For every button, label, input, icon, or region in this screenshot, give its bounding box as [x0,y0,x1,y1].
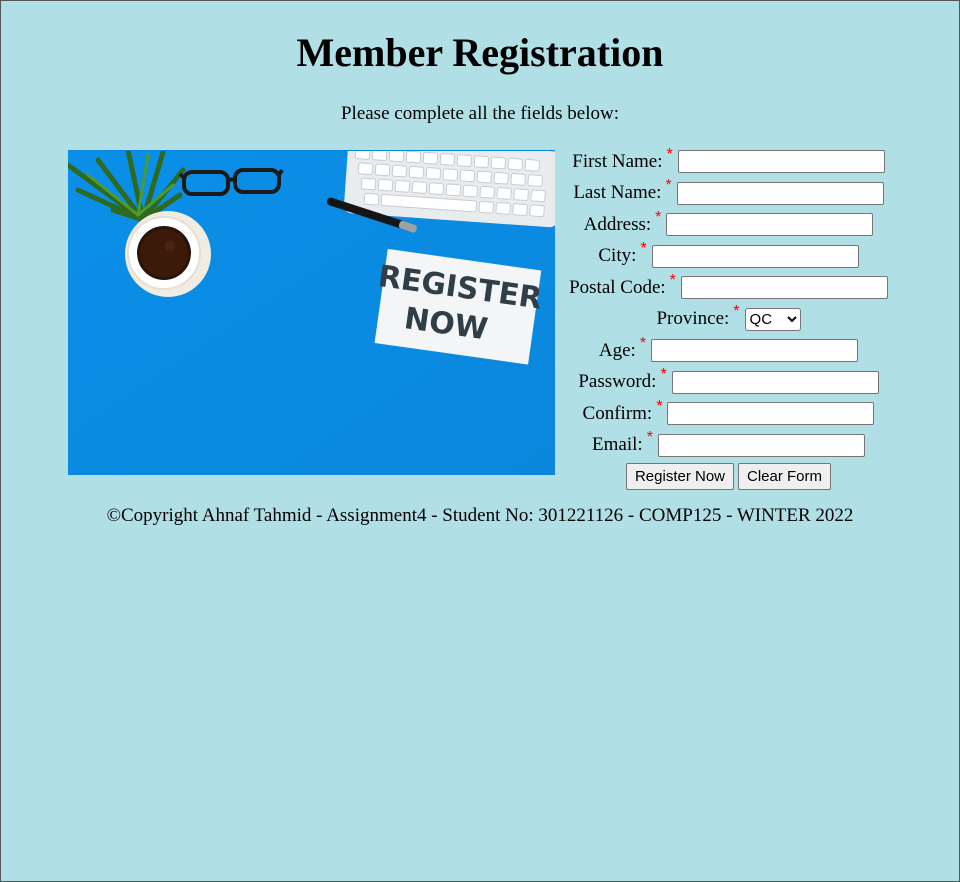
registration-form: First Name: * Last Name: * Address: * Ci… [556,146,901,493]
address-label: Address: [583,213,652,235]
required-marker: * [669,271,676,289]
required-marker: * [666,145,673,163]
age-row: Age: * [556,335,901,367]
postal-code-label: Postal Code: [569,276,666,298]
form-buttons: Register Now Clear Form [556,461,901,493]
required-marker: * [665,177,672,195]
city-row: City: * [556,240,901,273]
email-input[interactable] [657,433,865,457]
age-label: Age: [598,339,636,361]
province-select[interactable]: QC [744,307,801,331]
last-name-row: Last Name: * [556,177,901,210]
password-label: Password: [578,371,657,393]
required-marker: * [655,208,662,226]
province-label: Province: [656,308,730,330]
last-name-label: Last Name: [573,182,662,204]
confirm-password-input[interactable] [667,402,875,426]
required-marker: * [639,334,647,352]
address-input[interactable] [666,213,874,237]
required-marker: * [640,240,647,258]
required-marker: * [646,429,653,447]
postal-code-input[interactable] [680,276,888,300]
email-row: Email: * [556,429,901,462]
required-marker: * [656,397,663,415]
first-name-label: First Name: [572,150,663,172]
confirm-label: Confirm: [582,402,653,424]
clear-form-button[interactable]: Clear Form [738,463,832,491]
page-subtitle: Please complete all the fields below: [340,103,620,124]
address-row: Address: * [556,209,901,241]
age-input[interactable] [651,339,859,363]
city-input[interactable] [651,244,859,268]
postal-code-row: Postal Code: * [556,272,901,304]
password-row: Password: * [556,366,901,399]
required-marker: * [733,303,740,321]
first-name-input[interactable] [677,150,885,174]
register-now-photo: REGISTER NOW [68,150,555,475]
city-label: City: [598,245,637,267]
province-row: Province: * QC [556,303,901,336]
confirm-row: Confirm: * [556,398,901,430]
last-name-input[interactable] [676,181,884,205]
first-name-row: First Name: * [556,146,901,178]
page-title: Member Registration [296,30,664,75]
email-label: Email: [592,434,643,456]
password-input[interactable] [671,370,879,394]
coffee-cup-icon [125,211,211,297]
register-now-button[interactable]: Register Now [625,463,734,491]
footer-copyright: ©Copyright Ahnaf Tahmid - Assignment4 - … [106,505,854,526]
required-marker: * [660,366,667,384]
